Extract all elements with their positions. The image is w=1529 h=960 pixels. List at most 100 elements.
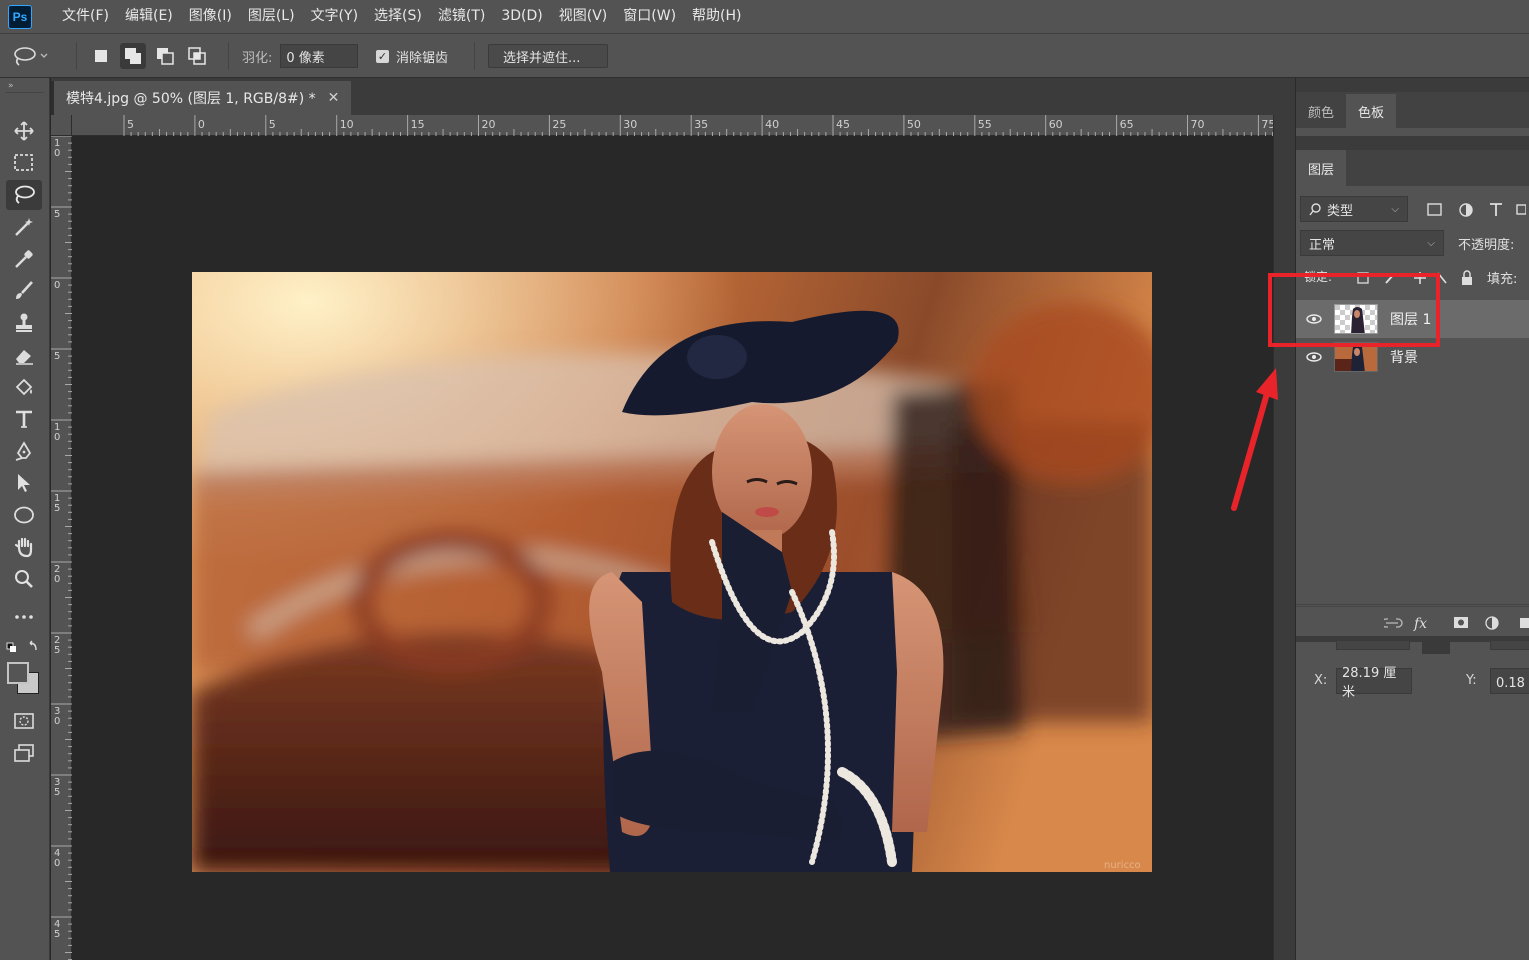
menu-image[interactable]: 图像(I) [181, 0, 240, 33]
screen-mode-icon [14, 744, 34, 762]
foreground-color-swatch[interactable] [7, 662, 29, 684]
clone-stamp-icon [16, 313, 32, 332]
marquee-tool[interactable] [6, 148, 42, 178]
menu-bar: Ps 文件(F) 编辑(E) 图像(I) 图层(L) 文字(Y) 选择(S) 滤… [0, 0, 1529, 33]
collapse-toolbar-icon[interactable]: » [8, 81, 14, 91]
search-icon [1309, 203, 1321, 216]
close-icon[interactable]: ✕ [328, 90, 340, 106]
ruler-label: 5 [269, 118, 276, 131]
menu-filter[interactable]: 滤镜(T) [430, 0, 493, 33]
type-filter-icon [1490, 203, 1502, 216]
menu-3d[interactable]: 3D(D) [493, 0, 550, 33]
menu-window[interactable]: 窗口(W) [615, 0, 684, 33]
link-icon [1384, 618, 1403, 628]
document-tab[interactable]: 模特4.jpg @ 50% (图层 1, RGB/8#) * ✕ [54, 81, 352, 115]
feather-label: 羽化: [242, 50, 273, 66]
brush-tool[interactable] [6, 276, 42, 306]
menu-file[interactable]: 文件(F) [54, 0, 117, 33]
ruler-origin[interactable] [51, 115, 72, 136]
menu-view[interactable]: 视图(V) [551, 0, 616, 33]
default-colors-button[interactable] [6, 640, 42, 654]
layer-filter-value: 类型 [1327, 203, 1354, 219]
fill-label: 填充: [1487, 272, 1518, 287]
zoom-tool[interactable] [6, 564, 42, 594]
quick-mask-icon [14, 713, 34, 729]
lasso-preset-icon [14, 47, 48, 66]
link-dimensions-button[interactable] [1422, 640, 1450, 654]
tool-preset-picker[interactable] [8, 34, 52, 78]
intersect-selection-button[interactable] [184, 43, 210, 69]
width-field-partial[interactable] [1336, 640, 1410, 650]
shape-filter-icon [1516, 204, 1526, 215]
menu-type[interactable]: 文字(Y) [303, 0, 366, 33]
layer-filter-dropdown[interactable]: 类型 ⌵ [1300, 196, 1408, 222]
ellipsis-icon [15, 615, 33, 619]
background-thumbnail [1335, 343, 1377, 371]
paint-bucket-icon [15, 378, 33, 396]
menu-layer[interactable]: 图层(L) [240, 0, 303, 33]
layer-name[interactable]: 背景 [1390, 347, 1418, 367]
y-position-input[interactable]: 0.18 厘 [1490, 668, 1529, 694]
ruler-label: 0 [54, 280, 60, 291]
quick-mask-tool[interactable] [6, 706, 42, 736]
image-filter-icon [1427, 203, 1442, 216]
new-selection-button[interactable] [88, 43, 114, 69]
feather-input[interactable]: 0 像素 [280, 44, 359, 68]
paint-bucket-tool[interactable] [6, 372, 42, 402]
tab-swatches[interactable]: 色板 [1346, 94, 1397, 128]
y-label: Y: [1466, 673, 1477, 688]
menu-edit[interactable]: 编辑(E) [117, 0, 181, 33]
select-and-mask-button[interactable]: 选择并遮住... [488, 44, 608, 68]
options-bar: 羽化: 0 像素 ✓ 消除锯齿 选择并遮住... [0, 33, 1529, 78]
magic-wand-tool[interactable] [6, 212, 42, 242]
x-position-input[interactable]: 28.19 厘米 [1336, 666, 1412, 700]
menu-help[interactable]: 帮助(H) [684, 0, 749, 33]
vertical-ruler[interactable]: 105051015202530354045 [51, 136, 72, 960]
pen-tool[interactable] [6, 436, 42, 466]
ruler-label: 40 [765, 118, 779, 131]
highlight-box [1268, 273, 1440, 347]
color-panel-tabs: 颜色 色板 [1296, 92, 1529, 128]
rectangular-marquee-icon [14, 154, 33, 171]
tab-color[interactable]: 颜色 [1296, 94, 1346, 128]
hand-tool[interactable] [6, 532, 42, 562]
move-tool[interactable] [6, 116, 42, 146]
canvas-image[interactable]: nuricco [192, 272, 1152, 872]
horizontal-ruler[interactable]: 5 0 5 10 15 20 25 30 35 40 45 50 55 60 65 70 75 [72, 115, 1273, 136]
antialias-checkbox[interactable]: ✓ 消除锯齿 [376, 34, 448, 78]
ruler-label: 35 [694, 118, 708, 131]
tab-layers[interactable]: 图层 [1296, 150, 1347, 186]
eraser-icon [16, 350, 33, 365]
type-tool[interactable] [6, 404, 42, 434]
add-selection-icon [125, 48, 141, 64]
layer-actions-icons[interactable]: fx [1384, 615, 1529, 631]
subtract-selection-icon [157, 48, 174, 65]
stamp-tool[interactable] [6, 308, 42, 338]
lasso-tool[interactable] [6, 180, 42, 210]
vertical-scrollbar[interactable] [1273, 115, 1295, 960]
ruler-label: 45 [836, 118, 850, 131]
ruler-label: 15 [411, 118, 425, 131]
ruler-label: 70 [1191, 118, 1205, 131]
add-selection-button[interactable] [120, 43, 146, 69]
eye-icon[interactable] [1296, 352, 1332, 362]
brush-icon [16, 281, 33, 299]
path-select-tool[interactable] [6, 468, 42, 498]
ruler-label: 50 [907, 118, 921, 131]
height-field-partial[interactable] [1490, 640, 1529, 650]
pen-icon [15, 441, 32, 461]
red-arrow-icon [1231, 368, 1278, 511]
more-tool[interactable] [6, 602, 42, 632]
antialias-label: 消除锯齿 [396, 50, 449, 66]
ruler-label: 0 [54, 432, 60, 443]
subtract-selection-button[interactable] [152, 43, 178, 69]
color-swatches[interactable] [7, 662, 41, 696]
menu-select[interactable]: 选择(S) [366, 0, 430, 33]
eraser-tool[interactable] [6, 340, 42, 370]
blend-mode-dropdown[interactable]: 正常 ⌵ [1300, 230, 1444, 256]
blend-mode-value: 正常 [1309, 237, 1336, 253]
new-layer-icon [1520, 618, 1529, 628]
ellipse-tool[interactable] [6, 500, 42, 530]
screen-mode-tool[interactable] [6, 738, 42, 768]
eyedropper-tool[interactable] [6, 244, 42, 274]
